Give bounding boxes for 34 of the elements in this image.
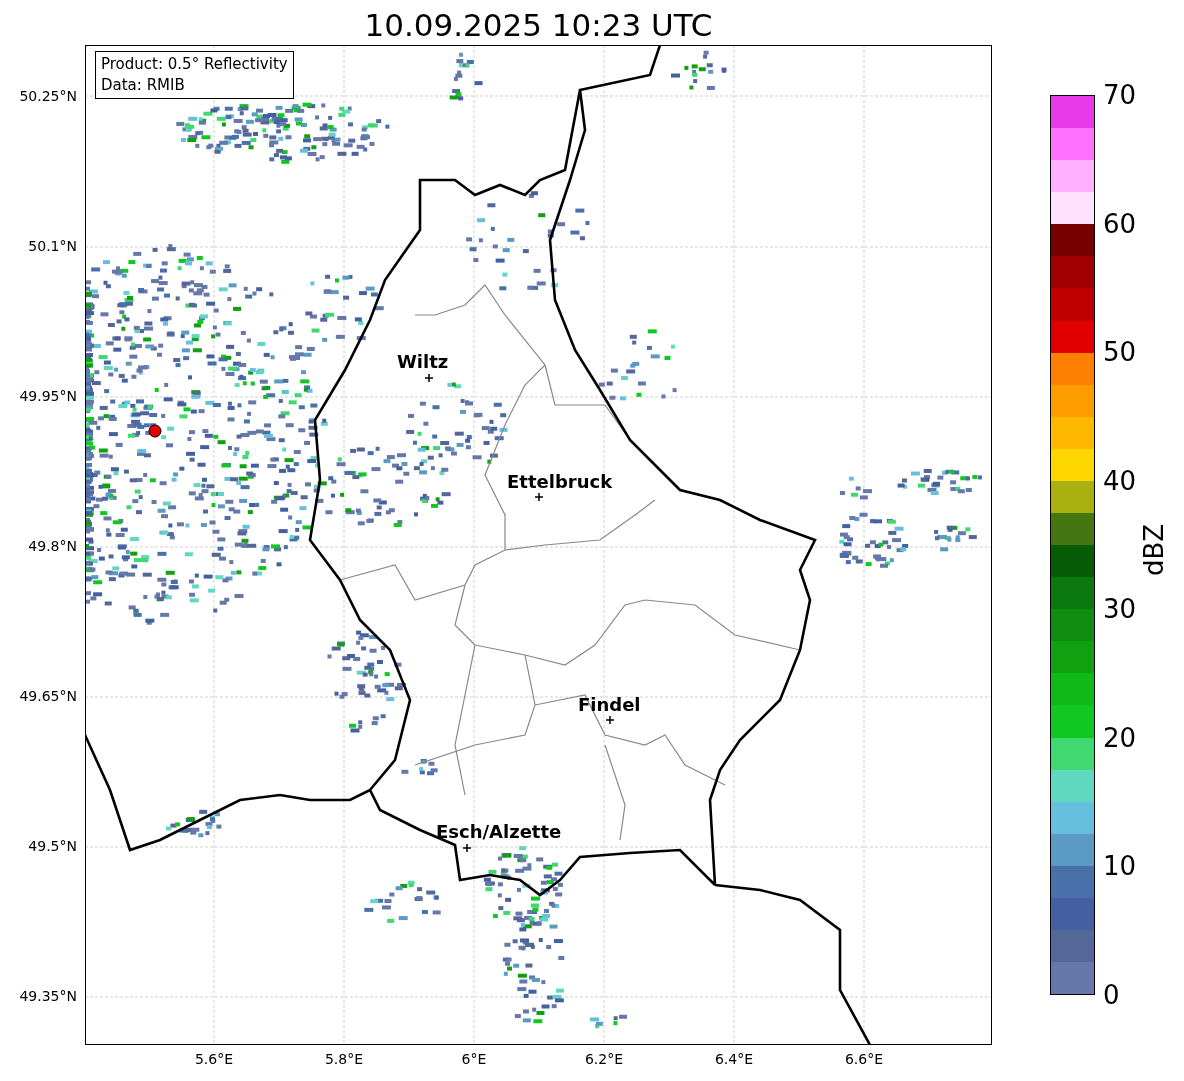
axis-label: 49.8°N xyxy=(28,538,77,554)
axis-label: 49.65°N xyxy=(19,688,77,704)
axis-label: 49.95°N xyxy=(19,388,77,404)
axis-label: 6.2°E xyxy=(584,1051,624,1067)
colorbar-tick-label: 30 xyxy=(1103,594,1137,625)
radar-site-icon xyxy=(148,424,162,438)
place-label: Findel xyxy=(578,694,641,715)
axis-label: 49.5°N xyxy=(28,838,77,854)
colorbar-tick-label: 50 xyxy=(1103,337,1137,368)
axis-label: 6.4°E xyxy=(714,1051,754,1067)
place-label: Wiltz xyxy=(397,351,449,372)
chart-title: 10.09.2025 10:23 UTC xyxy=(363,6,714,45)
axis-label: 49.35°N xyxy=(19,988,77,1004)
colorbar-tick-label: 70 xyxy=(1103,80,1137,110)
place-marker-icon xyxy=(424,373,434,383)
axis-label: 50.25°N xyxy=(19,88,77,104)
place-label: Esch/Alzette xyxy=(436,821,562,842)
axis-label: 50.1°N xyxy=(28,238,77,254)
axis-label: 5.6°E xyxy=(194,1051,234,1067)
colorbar-tick-label: 60 xyxy=(1103,208,1137,239)
info-text: Data: RMIB xyxy=(101,75,186,96)
place-marker-icon xyxy=(534,492,544,502)
axis-label: 6.6°E xyxy=(844,1051,884,1067)
colorbar-label: dBZ xyxy=(1139,523,1170,577)
axis-label: 5.8°E xyxy=(324,1051,364,1067)
colorbar-tick-label: 20 xyxy=(1103,722,1137,753)
colorbar-tick-label: 10 xyxy=(1103,851,1137,882)
colorbar-tick-label: 0 xyxy=(1103,979,1121,1010)
axis-label: 6°E xyxy=(461,1051,487,1067)
place-marker-icon xyxy=(462,843,472,853)
place-marker-icon xyxy=(605,715,615,725)
place-label: Ettelbruck xyxy=(507,471,613,492)
colorbar-tick-label: 40 xyxy=(1103,465,1137,496)
info-text: Product: 0.5° Reflectivity xyxy=(101,54,288,75)
